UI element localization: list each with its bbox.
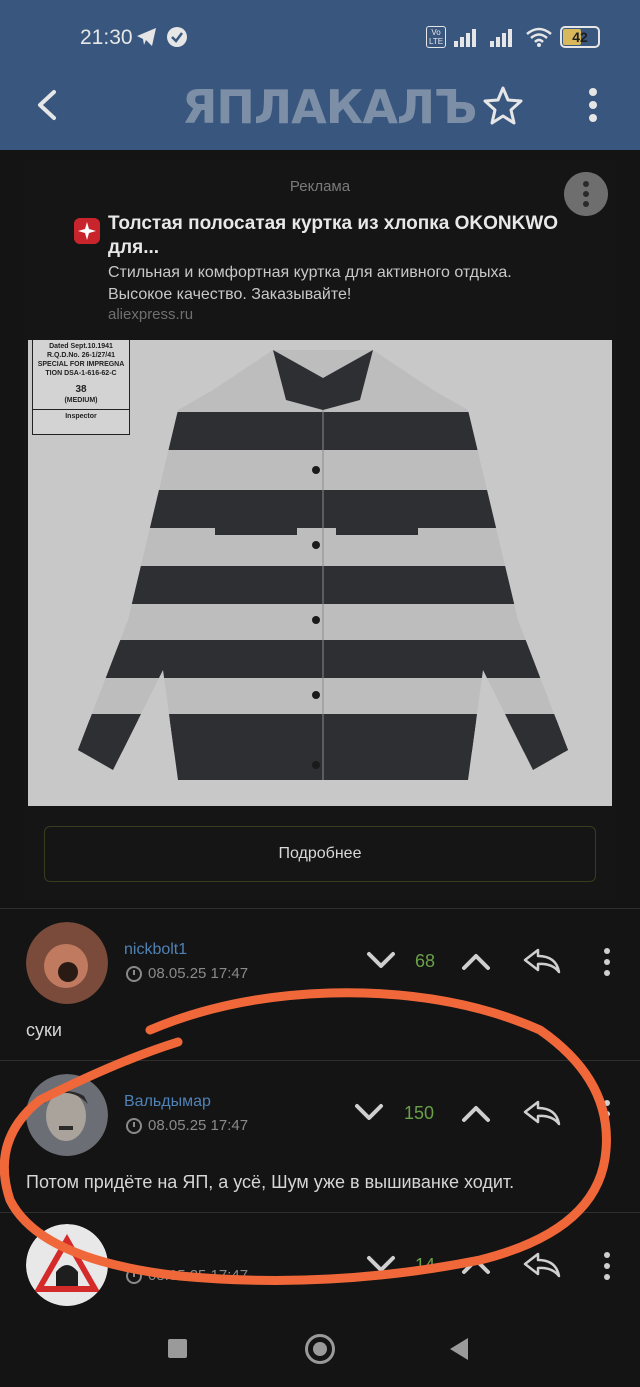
comment-score: 14 (414, 1255, 436, 1275)
ad-title[interactable]: Толстая полосатая куртка из хлопка OKONK… (108, 212, 578, 260)
system-nav-bar (0, 1310, 640, 1387)
star-icon[interactable] (482, 84, 524, 126)
comment-date: 08.05.25 17:47 (126, 1117, 248, 1134)
status-left-icons (136, 26, 188, 48)
date-text: 08.05.25 17:47 (148, 1267, 249, 1284)
date-text: 08.05.25 17:47 (148, 965, 249, 982)
avatar[interactable] (26, 922, 108, 1004)
recent-apps-icon[interactable] (168, 1339, 187, 1358)
more-vertical-icon[interactable] (598, 1250, 616, 1282)
battery-level: 42 (572, 29, 588, 45)
comment-text: суки (26, 1020, 62, 1040)
avatar[interactable] (26, 1224, 108, 1306)
chevron-down-icon[interactable] (353, 1102, 385, 1124)
comment: Вальдымар 08.05.25 17:47 150 Потом придё… (0, 1060, 640, 1212)
striped-jacket-image (78, 350, 568, 780)
status-right-icons: Vo LTE 42 (426, 26, 600, 48)
app-header: 21:30 Vo LTE 42 ЯПЛАКАЛЪ (0, 0, 640, 150)
comment: nickbolt1 08.05.25 17:47 68 суки (0, 908, 640, 1060)
comment-date: 08.05.25 17:47 (126, 1267, 248, 1284)
comment: 08.05.25 17:47 14 (0, 1212, 640, 1310)
username[interactable]: nickbolt1 (124, 941, 187, 959)
avatar[interactable] (26, 1074, 108, 1156)
username[interactable]: Вальдымар (124, 1093, 211, 1111)
battery-icon: 42 (560, 26, 600, 48)
wifi-icon (526, 27, 552, 47)
ad-description: Стильная и комфортная куртка для активно… (108, 264, 512, 303)
status-time: 21:30 (80, 26, 133, 49)
volte-icon: Vo LTE (426, 26, 446, 48)
more-vertical-icon[interactable] (564, 172, 608, 216)
aliexpress-icon (74, 218, 100, 244)
chevron-up-icon[interactable] (460, 1102, 492, 1124)
reply-icon[interactable] (522, 946, 562, 976)
ad-image[interactable]: Dated Sept.10.1941 R.Q.D.No. 26-1/27/41 … (28, 340, 612, 806)
chevron-up-icon[interactable] (460, 1254, 492, 1276)
clock-icon (126, 1117, 142, 1134)
reply-icon[interactable] (522, 1098, 562, 1128)
more-vertical-icon[interactable] (578, 84, 608, 126)
arrow-left-icon[interactable] (26, 84, 68, 126)
comment-score: 68 (414, 951, 436, 971)
ad-domain: aliexpress.ru (108, 306, 194, 323)
more-vertical-icon[interactable] (598, 946, 616, 978)
comment-date: 08.05.25 17:47 (126, 965, 248, 982)
ad-label: Реклама (289, 178, 351, 195)
home-icon[interactable] (305, 1334, 335, 1364)
check-icon (167, 27, 187, 47)
comment-text: Потом придёте на ЯП, а усё, Шум уже в вы… (26, 1172, 515, 1192)
ad-block[interactable]: Реклама Толстая полосатая куртка из хлоп… (24, 160, 616, 898)
telegram-icon (137, 28, 156, 46)
chevron-down-icon[interactable] (365, 950, 397, 972)
date-text: 08.05.25 17:47 (148, 1117, 249, 1134)
ad-more-button[interactable]: Подробнее (44, 826, 596, 882)
clock-icon (126, 1267, 142, 1284)
reply-icon[interactable] (522, 1250, 562, 1280)
clock-icon (126, 965, 142, 982)
site-logo[interactable]: ЯПЛАКАЛЪ (182, 80, 477, 134)
chevron-up-icon[interactable] (460, 950, 492, 972)
comment-score: 150 (403, 1103, 435, 1123)
more-vertical-icon[interactable] (598, 1098, 616, 1130)
back-triangle-icon[interactable] (450, 1338, 468, 1360)
signal-icon (454, 29, 476, 47)
signal-icon (490, 29, 512, 47)
chevron-down-icon[interactable] (365, 1254, 397, 1276)
